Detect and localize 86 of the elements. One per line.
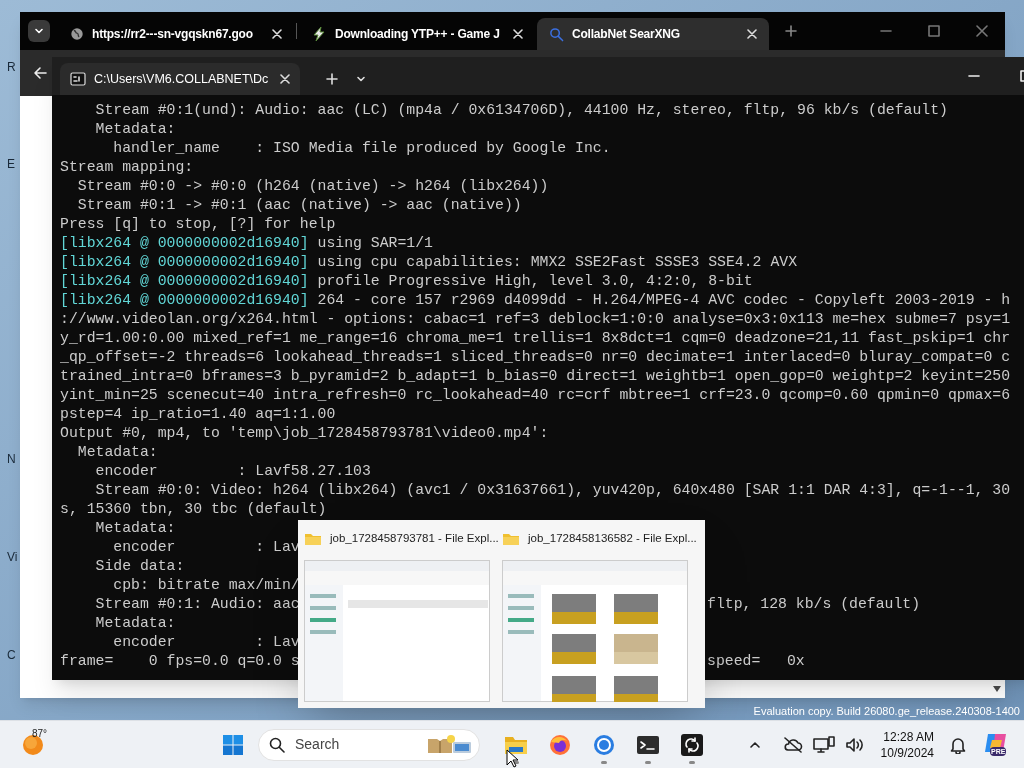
running-indicator <box>645 760 651 764</box>
terminal-line: Stream mapping: <box>60 158 194 177</box>
search-icon <box>269 736 285 753</box>
copilot-icon[interactable] <box>984 731 1008 754</box>
terminal-line: trained_intra=0 bframes=3 b_pyramid=2 b_adapt=1 b_bias=0 direct=1 weightb=1 open_gop=0 weightp=2 keyint=250 <box>60 367 1011 386</box>
terminal-line: cpb: bitrate max/min/ <box>112 576 300 595</box>
terminal-line: s, 15360 tbn, 30 tbc (default) <box>60 500 327 519</box>
terminal-line: handler_name : ISO Media file produced by Google Inc. <box>112 139 611 158</box>
tab-title: Downloading YTP++ - Game J <box>335 26 501 43</box>
browser-tab[interactable]: https://rr2---sn-vgqskn67.goo <box>58 18 294 50</box>
terminal-line: Metadata: <box>94 519 176 538</box>
browser-tab[interactable]: CollabNet SearXNG <box>537 18 769 50</box>
clock-time: 12:28 AM <box>883 728 934 745</box>
back-arrow-icon[interactable] <box>32 65 48 81</box>
terminal-line: Stream #0:1: Audio: aac <box>94 595 300 614</box>
tab-title: CollabNet SearXNG <box>572 26 681 43</box>
terminal-line: yint_min=25 scenecut=40 intra_refresh=0 rc_lookahead=40 rc=crf mbtree=1 crf=23.0 qcomp=0.60 qpmin=0 qpmax=6 <box>60 386 1011 405</box>
terminal-line: frame= 0 fps=0.0 q=0.0 s <box>60 652 300 671</box>
terminal-line: Stream #0:1(und): Audio: aac (LC) (mp4a / 0x6134706D), 44100 Hz, stereo, fltp, 96 kb/s (default) <box>94 101 948 120</box>
lightning-icon <box>311 26 327 42</box>
search-field[interactable]: Search <box>295 734 417 755</box>
desktop-icon-label[interactable]: C <box>7 646 16 664</box>
terminal-tab[interactable]: C:\Users\VM6.COLLABNET\Dc <box>60 63 300 95</box>
weather-temperature[interactable]: 87° <box>32 726 48 741</box>
sync-icon <box>680 732 704 757</box>
terminal-line: _qp_offset=-2 threads=6 lookahead_threads=1 sliced_threads=0 nr=0 decimate=1 interlaced=0 bluray_compat=0 c <box>60 348 1011 367</box>
globe-icon <box>70 27 84 41</box>
bell-icon[interactable] <box>950 735 966 754</box>
clock-date: 10/9/2024 <box>880 744 934 761</box>
terminal-line: 264 - core 157 r2969 d4099dd - H.264/MPEG-4 AVC codec - Copyleft 2003-2019 - h <box>316 291 1011 310</box>
log-prefix: [libx264 @ 0000000002d16940] <box>60 234 309 253</box>
tab-title: https://rr2---sn-vgqskn67.goo <box>92 26 254 43</box>
firefox-icon <box>548 732 572 757</box>
terminal-icon <box>636 733 660 756</box>
log-prefix: [libx264 @ 0000000002d16940] <box>60 291 309 310</box>
log-prefix: [libx264 @ 0000000002d16940] <box>60 272 309 291</box>
terminal-line: Metadata: <box>94 614 176 633</box>
terminal-line: Press [q] to stop, [?] for help <box>60 215 336 234</box>
windows-start-icon[interactable] <box>222 733 244 756</box>
terminal-line: fltp, 128 kb/s (default) <box>707 595 921 614</box>
folder-icon <box>304 532 322 546</box>
desktop-icon-label[interactable]: N <box>7 450 16 468</box>
browser-tab[interactable]: Downloading YTP++ - Game J <box>299 18 535 50</box>
new-tab-icon[interactable] <box>785 25 797 37</box>
terminal-line: Output #0, mp4, to 'temp\job_1728458793781\video0.mp4': <box>60 424 549 443</box>
terminal-line: profile Progressive High, level 3.0, 4:2:0, 8-bit <box>316 272 753 291</box>
desktop-icon-label[interactable]: E <box>7 155 15 173</box>
terminal-line: Metadata: <box>76 443 158 462</box>
terminal-line: Stream #0:0: Video: h264 (libx264) (avc1 / 0x31637661), yuv420p, 640x480 [SAR 1:1 DAR 4:3], q=-1--1, 30 <box>94 481 1011 500</box>
chevron-down-icon <box>34 26 44 36</box>
terminal-line: speed= 0x <box>707 652 805 671</box>
tab-search-button[interactable] <box>28 20 50 42</box>
terminal-line: pstep=4 ip_ratio=1.40 aq=1:1.00 <box>60 405 336 424</box>
log-prefix: [libx264 @ 0000000002d16940] <box>60 253 309 272</box>
terminal-line: Stream #0:0 -> #0:0 (h264 (native) -> h264 (libx264)) <box>76 177 549 196</box>
command-prompt-icon <box>70 72 86 86</box>
terminal-line: ://www.videolan.org/x264.html - options: cabac=1 ref=3 deblock=1:0:0 analyse=0x3:0x113 me=hex subme=7 psy=1 <box>60 310 1011 329</box>
terminal-line: y_rd=1.00:0.00 mixed_ref=1 me_range=16 chroma_me=1 trellis=1 8x8dct=1 cqm=0 deadzone=21,11 fast_pskip=1 chr <box>60 329 1011 348</box>
terminal-line: encoder : Lav <box>112 538 300 557</box>
terminal-line: using cpu capabilities: MMX2 SSE2Fast SSSE3 SSE4.2 AVX <box>316 253 798 272</box>
mouse-pointer-icon <box>506 749 519 768</box>
window-title[interactable]: job_1728458793781 - File Expl... <box>330 530 499 548</box>
folder-icon <box>502 532 520 546</box>
terminal-line: encoder : Lavf58.27.103 <box>94 462 371 481</box>
terminal-line: encoder : Lav <box>112 633 300 652</box>
dropdown-icon[interactable] <box>356 74 366 84</box>
cloud-off-icon[interactable] <box>782 736 803 753</box>
tab-title: C:\Users\VM6.COLLABNET\Dc <box>94 70 270 88</box>
running-indicator <box>601 760 607 764</box>
scroll-down-icon[interactable] <box>993 686 1001 692</box>
search-bar[interactable]: Search <box>258 728 480 761</box>
desktop-icon-label[interactable]: R <box>7 58 16 76</box>
volume-icon[interactable] <box>844 736 865 753</box>
terminal-line: Stream #0:1 -> #0:1 (aac (native) -> aac (native)) <box>76 196 522 215</box>
running-indicator <box>689 760 695 764</box>
desktop-icon-label[interactable]: Vi <box>7 548 18 566</box>
browser-icon <box>592 732 616 757</box>
terminal-line: Side data: <box>94 557 185 576</box>
window-title[interactable]: job_1728458136582 - File Expl... <box>528 530 697 548</box>
evaluation-notice: Evaluation copy. Build 26080.ge_release.240308-1400 <box>753 704 1020 719</box>
terminal-line: using SAR=1/1 <box>316 234 433 253</box>
terminal-line: Metadata: <box>94 120 176 139</box>
book-laptop-icon <box>427 733 473 756</box>
clock[interactable]: 12:28 AM 10/9/2024 <box>880 728 934 761</box>
search-icon <box>549 26 564 42</box>
network-icon[interactable] <box>812 735 835 754</box>
